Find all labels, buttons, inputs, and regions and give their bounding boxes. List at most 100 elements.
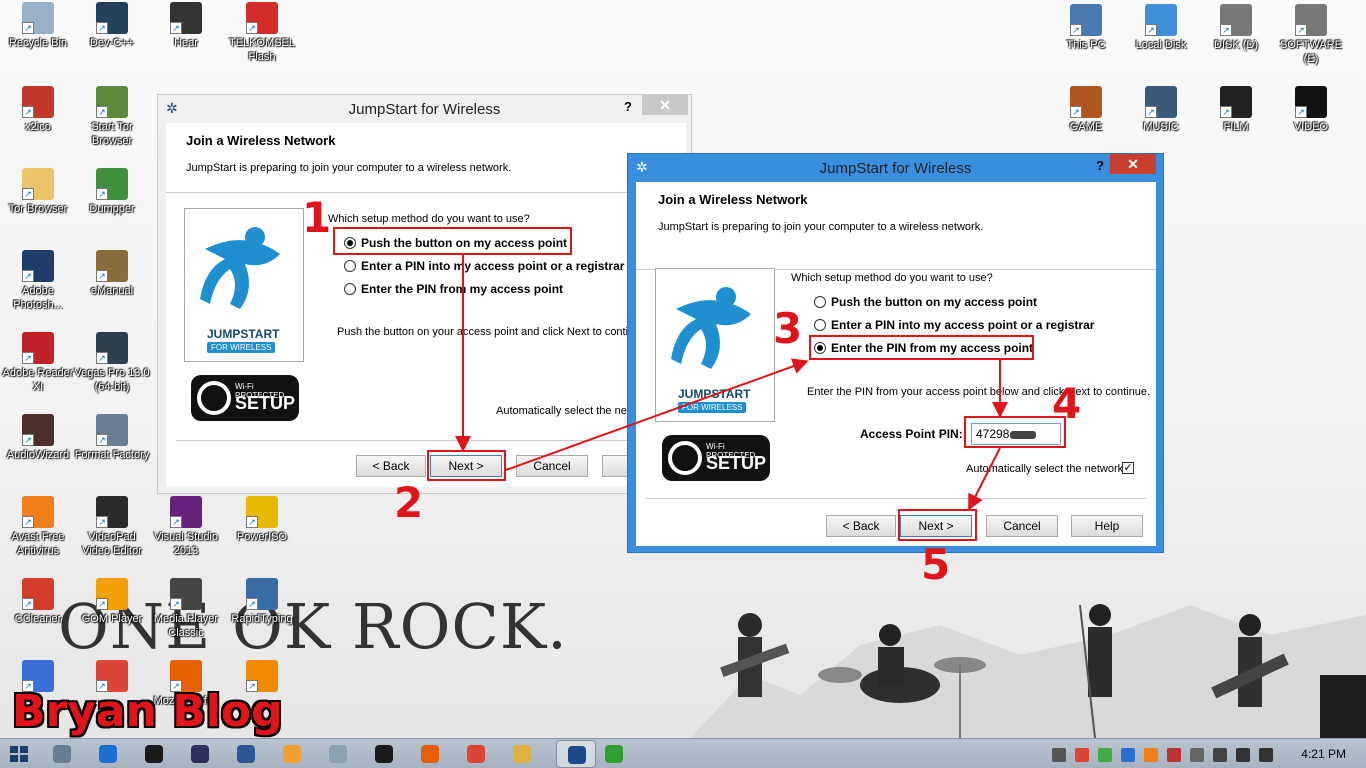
desktop-icon[interactable]: ↗ Adobe Photosh... [0, 250, 76, 312]
desktop-icon[interactable]: ↗ RapidTyping [224, 578, 300, 626]
speaker-icon[interactable] [1259, 748, 1273, 762]
close-button[interactable]: ✕ [1110, 154, 1156, 174]
taskbar-paint-icon[interactable] [510, 742, 534, 766]
taskbar-cmd-icon[interactable] [372, 742, 396, 766]
desktop-icon[interactable]: ↗ MUSIC [1123, 86, 1199, 134]
desktop-icon[interactable]: ↗ GOM Player [74, 578, 150, 626]
desktop-icon[interactable]: ↗ x2ico [0, 86, 76, 134]
desktop-icon[interactable]: ↗ Tor Browser [0, 168, 76, 216]
printer-icon[interactable] [1190, 748, 1204, 762]
cancel-button[interactable]: Cancel [986, 515, 1058, 537]
film-folder-icon: ↗ [1220, 86, 1252, 118]
shortcut-arrow-icon: ↗ [1145, 24, 1157, 36]
avast-tray-icon[interactable] [1144, 748, 1158, 762]
desktop-icon-label: AudioWizard [6, 449, 70, 461]
radio-unselected[interactable] [814, 319, 826, 331]
shortcut-arrow-icon: ↗ [22, 270, 34, 282]
divider [176, 440, 676, 441]
taskbar-ie-icon[interactable] [96, 742, 120, 766]
desktop-icon[interactable]: ↗ CCleaner [0, 578, 76, 626]
desktop-icon-label: Start Tor Browser [91, 121, 133, 147]
help-icon[interactable]: ? [1096, 158, 1104, 173]
taskbar-jumpstart-icon[interactable] [556, 740, 596, 768]
videopad-icon: ↗ [96, 496, 128, 528]
pin-label: Access Point PIN: [860, 427, 963, 441]
option-enter-pin-registrar[interactable]: Enter a PIN into my access point or a re… [814, 318, 1094, 332]
desktop-icon[interactable]: ↗ Vegas Pro 13.0 (64-bit) [74, 332, 150, 394]
wps-setup-logo: Wi-Fi PROTECTED SETUP [662, 435, 770, 481]
desktop-icon[interactable]: ↗ AudioWizard [0, 414, 76, 462]
speaker-mute-icon[interactable] [1167, 748, 1181, 762]
taskbar-target-app-icon[interactable] [188, 742, 212, 766]
desktop-icon[interactable]: ↗ eManual [74, 250, 150, 298]
highlight-next-button-back [427, 450, 506, 481]
desktop-icon[interactable]: ↗ Adobe Reader XI [0, 332, 76, 394]
help-button[interactable]: Help [1071, 515, 1143, 537]
auto-select-checkbox[interactable]: ✓ [1122, 462, 1134, 474]
desktop-icon[interactable]: ↗ Media Player Classic [148, 578, 224, 640]
taskbar-word-icon[interactable] [234, 742, 258, 766]
for-wireless-badge: FOR WIRELESS [678, 402, 747, 413]
taskbar-desktop-icon[interactable] [50, 742, 74, 766]
transfer-icon[interactable] [1098, 748, 1112, 762]
wps-lock-icon [197, 381, 231, 415]
shortcut-arrow-icon: ↗ [1070, 106, 1082, 118]
desktop-icon-label: VIDEO [1293, 121, 1329, 133]
highlight-push-button-option [333, 227, 572, 255]
desktop-icon[interactable]: ↗ Dev-C++ [74, 2, 150, 50]
firewall-icon[interactable] [1075, 748, 1089, 762]
taskbar-obs-icon[interactable] [142, 742, 166, 766]
rapidtyping-icon: ↗ [246, 578, 278, 610]
shortcut-arrow-icon: ↗ [96, 434, 108, 446]
desktop-icon[interactable]: ↗ VideoPad Video Editor [74, 496, 150, 558]
wifi-shield-icon: ↗ [96, 168, 128, 200]
taskbar-gallery-icon[interactable] [326, 742, 350, 766]
radio-unselected[interactable] [344, 260, 356, 272]
divider [646, 498, 1146, 499]
radio-unselected[interactable] [814, 296, 826, 308]
desktop-icon[interactable]: ↗ VIDEO [1273, 86, 1349, 134]
battery-icon[interactable] [1213, 748, 1227, 762]
desktop-icon-label: eManual [90, 285, 134, 297]
desktop-icon[interactable]: ↗ TELKOMSEL Flash [224, 2, 300, 64]
desktop-icon[interactable]: ↗ SOFTWARE (E) [1273, 4, 1349, 66]
option-enter-pin-registrar[interactable]: Enter a PIN into my access point or a re… [344, 259, 624, 273]
clock[interactable]: 4:21 PM [1301, 747, 1346, 761]
network-bars-icon[interactable] [1236, 748, 1250, 762]
band-photo [690, 604, 1366, 738]
desktop-icon[interactable]: ↗ Format Factory [74, 414, 150, 462]
desktop-icon[interactable]: ↗ GAME [1048, 86, 1124, 134]
dialog-front-titlebar[interactable]: ✲ JumpStart for Wireless ? ✕ [628, 154, 1163, 182]
video-folder-icon: ↗ [1295, 86, 1327, 118]
desktop-icon[interactable]: ↗ Visual Studio 2013 [148, 496, 224, 558]
desktop-icon[interactable]: ↗ Avast Free Antivirus [0, 496, 76, 558]
option-push-button[interactable]: Push the button on my access point [814, 295, 1037, 309]
notification-icon[interactable] [1121, 748, 1135, 762]
taskbar-wifi-icon[interactable] [602, 742, 626, 766]
back-button[interactable]: < Back [356, 455, 426, 477]
taskbar-firefox-icon[interactable] [418, 742, 442, 766]
desktop-icon[interactable]: ↗ FILM [1198, 86, 1274, 134]
desktop-icon[interactable]: ↗ Start Tor Browser [74, 86, 150, 148]
volume-app-icon[interactable] [1052, 748, 1066, 762]
dialog-back-heading: Join a Wireless Network [186, 133, 336, 148]
dialog-back-titlebar[interactable]: ✲ JumpStart for Wireless ? ✕ [158, 95, 691, 123]
help-icon[interactable]: ? [624, 99, 632, 114]
shortcut-arrow-icon: ↗ [170, 598, 182, 610]
taskbar-chrome-icon[interactable] [464, 742, 488, 766]
desktop-icon[interactable]: ↗ Local Disk [1123, 4, 1199, 52]
taskbar-media-ball-icon[interactable] [280, 742, 304, 766]
desktop-icon[interactable]: ↗ Recycle Bin [0, 2, 76, 50]
desktop-icon[interactable]: ↗ DISK (D) [1198, 4, 1274, 52]
desktop-icon-label: Format Factory [74, 449, 150, 461]
option-enter-pin-access-point[interactable]: Enter the PIN from my access point [344, 282, 563, 296]
desktop-icon[interactable]: ↗ PowerISO [224, 496, 300, 544]
start-button[interactable] [10, 746, 28, 762]
cancel-button[interactable]: Cancel [516, 455, 588, 477]
radio-unselected[interactable] [344, 283, 356, 295]
back-button[interactable]: < Back [826, 515, 896, 537]
desktop-icon[interactable]: ↗ Dumpper [74, 168, 150, 216]
desktop-icon[interactable]: ↗ Hear [148, 2, 224, 50]
close-button[interactable]: ✕ [642, 95, 688, 115]
desktop-icon[interactable]: ↗ This PC [1048, 4, 1124, 52]
